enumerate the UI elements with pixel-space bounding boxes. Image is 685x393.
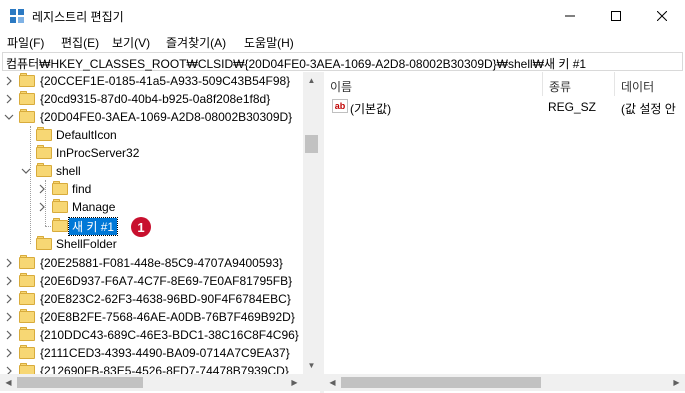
folder-icon — [19, 109, 35, 123]
folder-icon — [19, 291, 35, 305]
tree-item[interactable]: DefaultIcon — [0, 126, 303, 144]
string-value-icon: ab — [332, 99, 348, 113]
folder-icon — [36, 236, 52, 250]
rename-key-input[interactable]: 새 키 #1 — [67, 217, 119, 236]
tree-item-label: shell — [56, 164, 81, 178]
folder-icon — [36, 145, 52, 159]
tree-item-label: ShellFolder — [56, 237, 117, 251]
menu-file[interactable]: 파일(F) — [7, 34, 44, 51]
chevron-down-icon[interactable] — [21, 166, 31, 176]
list-horizontal-scrollbar[interactable]: ◀ ▶ — [324, 374, 685, 391]
folder-icon — [19, 255, 35, 269]
value-name: (기본값) — [350, 102, 392, 116]
folder-icon — [19, 327, 35, 341]
tree-horizontal-scroll-thumb[interactable] — [17, 377, 143, 388]
chevron-right-icon[interactable] — [4, 312, 14, 322]
close-button[interactable] — [639, 0, 685, 31]
tree-item[interactable]: {2111CED3-4393-4490-BA09-0714A7C9EA37} — [0, 344, 303, 362]
value-data: (값 설정 안 — [621, 102, 676, 116]
address-bar[interactable]: 컴퓨터₩HKEY_CLASSES_ROOT₩CLSID₩{20D04FE0-3A… — [2, 52, 683, 71]
tree-item-label: {20E8B2FE-7568-46AE-A0DB-76B7F469B92D} — [40, 310, 295, 324]
tree-item-label: DefaultIcon — [56, 128, 117, 142]
maximize-button[interactable] — [593, 0, 639, 31]
chevron-right-icon[interactable] — [4, 94, 14, 104]
regedit-app-icon — [9, 8, 25, 24]
tree-item-label: find — [72, 182, 92, 196]
tree-item[interactable]: {20CCEF1E-0185-41a5-A933-509C43B54F98} — [0, 72, 303, 90]
chevron-right-icon[interactable] — [4, 76, 14, 86]
tree-item-label: Manage — [72, 200, 116, 214]
chevron-right-icon[interactable] — [4, 294, 14, 304]
chevron-right-icon[interactable] — [4, 276, 14, 286]
tree-item[interactable]: {20D04FE0-3AEA-1069-A2D8-08002B30309D} — [0, 108, 303, 126]
step-number-badge: 1 — [131, 217, 151, 237]
column-header-type[interactable]: 종류 — [543, 72, 616, 96]
tree-item[interactable]: {20E6D937-F6A7-4C7F-8E69-7E0AF81795FB} — [0, 272, 303, 290]
menu-favorites[interactable]: 즐겨찾기(A) — [166, 34, 226, 51]
menu-bar: 파일(F) 편집(E) 보기(V) 즐겨찾기(A) 도움말(H) — [0, 31, 685, 51]
tree-item-label: {20E6D937-F6A7-4C7F-8E69-7E0AF81795FB} — [40, 274, 293, 288]
folder-icon — [19, 273, 35, 287]
minimize-button[interactable] — [547, 0, 593, 31]
tree-item-label: InProcServer32 — [56, 146, 140, 160]
tree-item-label: {210DDC43-689C-46E3-BDC1-38C16C8F4C96} — [40, 328, 299, 342]
folder-icon — [52, 181, 68, 195]
folder-icon — [19, 73, 35, 87]
menu-help[interactable]: 도움말(H) — [244, 34, 294, 51]
tree-item[interactable]: InProcServer32 — [0, 144, 303, 162]
tree-item-selected[interactable]: 새 키 #1 — [0, 217, 303, 236]
tree-item[interactable]: find — [0, 180, 303, 198]
column-header-data[interactable]: 데이터 — [615, 72, 685, 96]
folder-icon — [19, 91, 35, 105]
tree-item[interactable]: {20cd9315-87d0-40b4-b925-0a8f208e1f8d} — [0, 90, 303, 108]
value-row[interactable]: ab (기본값) REG_SZ (값 설정 안 — [324, 98, 685, 116]
tree-item-label: {20E25881-F081-448e-85C9-4707A9400593} — [40, 256, 283, 270]
scroll-left-arrow-icon[interactable]: ◀ — [324, 374, 341, 391]
tree-item[interactable]: {20E823C2-62F3-4638-96BD-90F4F6784EBC} — [0, 290, 303, 308]
tree-item-label: {20CCEF1E-0185-41a5-A933-509C43B54F98} — [40, 74, 291, 88]
menu-edit[interactable]: 편집(E) — [61, 34, 99, 51]
folder-icon — [52, 199, 68, 213]
tree-item-label: {20D04FE0-3AEA-1069-A2D8-08002B30309D} — [40, 110, 293, 124]
folder-icon — [19, 345, 35, 359]
chevron-right-icon[interactable] — [4, 258, 14, 268]
tree-item-label: {2111CED3-4393-4490-BA09-0714A7C9EA37} — [40, 346, 290, 360]
chevron-right-icon[interactable] — [4, 348, 14, 358]
menu-view[interactable]: 보기(V) — [112, 34, 150, 51]
tree-item[interactable]: Manage — [0, 198, 303, 216]
folder-icon — [19, 309, 35, 323]
scroll-corner — [303, 374, 320, 391]
tree-item-label: {20cd9315-87d0-40b4-b925-0a8f208e1f8d} — [40, 92, 271, 106]
list-horizontal-scroll-thumb[interactable] — [341, 377, 541, 388]
scroll-right-arrow-icon[interactable]: ▶ — [286, 374, 303, 391]
folder-icon — [52, 218, 68, 232]
scroll-right-arrow-icon[interactable]: ▶ — [668, 374, 685, 391]
tree-horizontal-scrollbar[interactable]: ◀ ▶ — [0, 374, 303, 391]
title-bar: 레지스트리 편집기 — [0, 0, 685, 31]
tree-vertical-scrollbar[interactable]: ▲ ▼ — [303, 72, 320, 374]
scroll-left-arrow-icon[interactable]: ◀ — [0, 374, 17, 391]
window-title: 레지스트리 편집기 — [32, 10, 124, 24]
tree-item[interactable]: shell — [0, 162, 303, 180]
column-header-name[interactable]: 이름 — [324, 72, 542, 96]
key-tree: {20CCEF1E-0185-41a5-A933-509C43B54F98} {… — [0, 72, 320, 393]
folder-icon — [36, 163, 52, 177]
tree-item[interactable]: ShellFolder — [0, 235, 303, 253]
tree-item[interactable]: {20E8B2FE-7568-46AE-A0DB-76B7F469B92D} — [0, 308, 303, 326]
chevron-right-icon[interactable] — [37, 184, 47, 194]
scroll-up-arrow-icon[interactable]: ▲ — [303, 72, 320, 89]
value-list: 이름 종류 데이터 ab (기본값) REG_SZ (값 설정 안 — [324, 72, 685, 393]
tree-item[interactable]: {20E25881-F081-448e-85C9-4707A9400593} — [0, 254, 303, 272]
value-type: REG_SZ — [548, 100, 597, 114]
chevron-down-icon[interactable] — [4, 112, 14, 122]
tree-item[interactable]: {210DDC43-689C-46E3-BDC1-38C16C8F4C96} — [0, 326, 303, 344]
folder-icon — [36, 127, 52, 141]
address-path: 컴퓨터₩HKEY_CLASSES_ROOT₩CLSID₩{20D04FE0-3A… — [6, 57, 587, 71]
tree-vertical-scroll-thumb[interactable] — [305, 135, 318, 153]
chevron-right-icon[interactable] — [4, 330, 14, 340]
tree-item-label: {20E823C2-62F3-4638-96BD-90F4F6784EBC} — [40, 292, 291, 306]
scroll-down-arrow-icon[interactable]: ▼ — [303, 357, 320, 374]
chevron-right-icon[interactable] — [37, 202, 47, 212]
